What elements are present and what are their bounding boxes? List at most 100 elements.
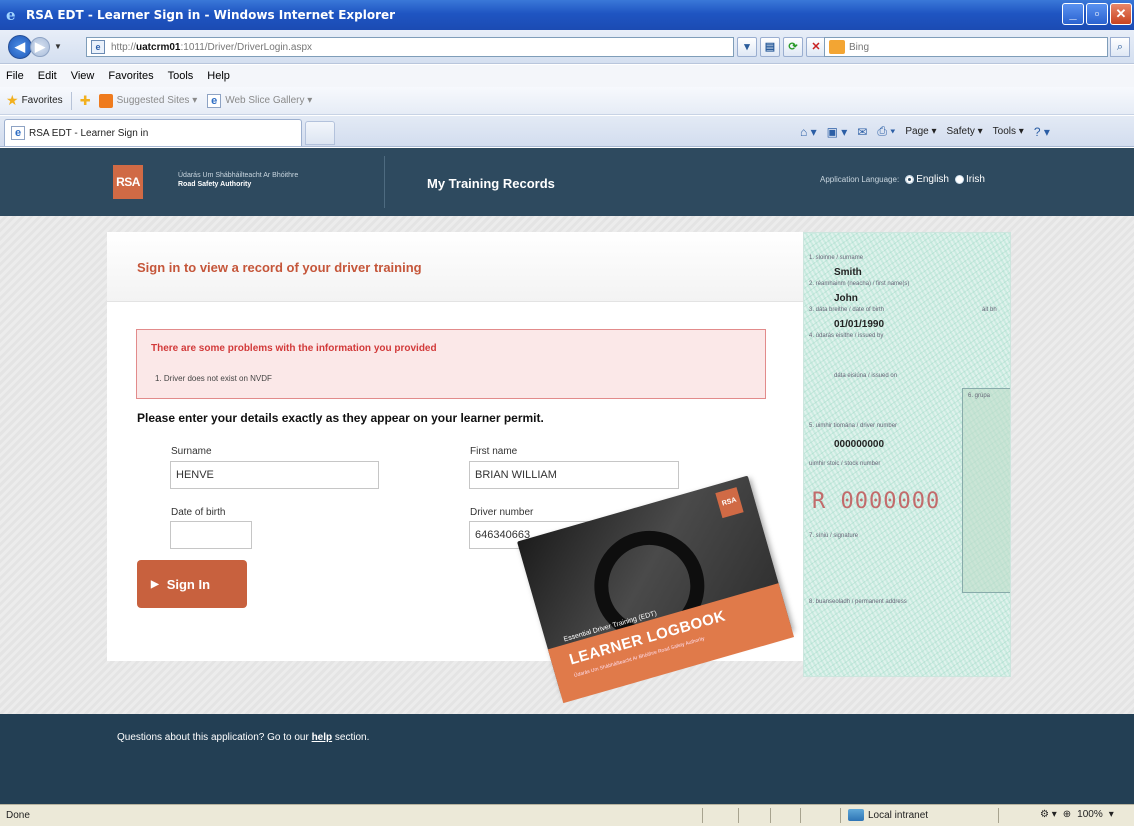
divider bbox=[770, 808, 771, 823]
search-input[interactable] bbox=[849, 41, 1089, 53]
intranet-icon bbox=[848, 809, 864, 821]
stop-icon[interactable]: ✕ bbox=[806, 37, 826, 57]
mail-icon[interactable]: ✉ bbox=[857, 125, 867, 139]
address-dropdown-button[interactable]: ▾ bbox=[737, 37, 757, 57]
zone-label: Local intranet bbox=[868, 809, 929, 821]
minimize-button[interactable]: _ bbox=[1062, 3, 1084, 25]
site-header: RSA Údarás Um Shábháilteacht Ar Bhóithre… bbox=[0, 148, 1134, 216]
feeds-icon[interactable]: ▣ ▾ bbox=[827, 125, 848, 139]
panel-header: Sign in to view a record of your driver … bbox=[107, 232, 810, 302]
permit-field-label: uimhir stoic / stock number bbox=[809, 461, 881, 467]
window-title: RSA EDT - Learner Sign in - Windows Inte… bbox=[26, 8, 396, 22]
driver-number-label: Driver number bbox=[470, 507, 534, 518]
surname-label: Surname bbox=[171, 446, 212, 457]
divider bbox=[840, 808, 841, 823]
address-toolbar: ◀ ▶ ▼ e http://uatcrm01:1011/Driver/Driv… bbox=[0, 30, 1134, 64]
divider bbox=[702, 808, 703, 823]
tab-page-icon: e bbox=[11, 126, 25, 140]
divider bbox=[998, 808, 999, 823]
dob-label: Date of birth bbox=[171, 507, 226, 518]
language-label: Application Language: bbox=[820, 175, 900, 184]
language-option-english[interactable]: English bbox=[916, 174, 949, 185]
print-icon[interactable]: ⎙ ▾ bbox=[877, 124, 895, 139]
tab-rsa-edt[interactable]: e RSA EDT - Learner Sign in bbox=[4, 119, 302, 146]
menu-help[interactable]: Help bbox=[207, 70, 230, 82]
status-bar: Done Local intranet ⚙ ▾ ⊕ 100% ▾ bbox=[0, 804, 1134, 826]
compatibility-view-icon[interactable]: ▤ bbox=[760, 37, 780, 57]
search-box[interactable] bbox=[824, 37, 1108, 57]
sign-in-button[interactable]: ▶ Sign In bbox=[137, 560, 247, 608]
tools-menu[interactable]: Tools ▾ bbox=[993, 126, 1024, 137]
tab-label: RSA EDT - Learner Sign in bbox=[29, 127, 149, 139]
close-button[interactable]: ✕ bbox=[1110, 3, 1132, 25]
protected-mode-icon[interactable]: ⚙ ▾ bbox=[1040, 809, 1057, 820]
divider bbox=[800, 808, 801, 823]
language-option-irish[interactable]: Irish bbox=[966, 174, 985, 185]
refresh-icon[interactable]: ⟳ bbox=[783, 37, 803, 57]
permit-field-label: 7. síniú / signature bbox=[809, 533, 859, 539]
menu-bar: File Edit View Favorites Tools Help bbox=[0, 65, 1134, 87]
maximize-button[interactable]: ▫ bbox=[1086, 3, 1108, 25]
permit-field-label: 5. uimhir tiomána / driver number bbox=[809, 423, 898, 429]
permit-field-label: áit bh bbox=[982, 307, 997, 313]
address-url[interactable]: http://uatcrm01:1011/Driver/DriverLogin.… bbox=[111, 42, 312, 53]
page-menu[interactable]: Page ▾ bbox=[905, 126, 936, 137]
dob-field[interactable] bbox=[170, 521, 252, 549]
window-title-bar: e RSA EDT - Learner Sign in - Windows In… bbox=[0, 0, 1134, 30]
favorites-bar: ★ Favorites ✚ Suggested Sites ▾ e Web Sl… bbox=[0, 87, 1134, 115]
permit-stock-number: R 0000000 bbox=[812, 489, 941, 514]
menu-view[interactable]: View bbox=[71, 70, 95, 82]
web-slice-gallery-link[interactable]: Web Slice Gallery ▾ bbox=[225, 95, 312, 106]
sign-in-label: Sign In bbox=[166, 576, 211, 592]
address-bar[interactable]: e http://uatcrm01:1011/Driver/DriverLogi… bbox=[86, 37, 734, 57]
language-selector: Application Language: English Irish bbox=[820, 174, 985, 185]
learner-permit-image: 1. sloinne / surname Smith 2. réamhainm … bbox=[803, 232, 1011, 677]
favorites-button[interactable]: Favorites bbox=[22, 95, 63, 106]
security-zone[interactable]: Local intranet bbox=[848, 809, 928, 821]
menu-edit[interactable]: Edit bbox=[38, 70, 57, 82]
home-icon[interactable]: ⌂ ▾ bbox=[800, 125, 817, 139]
status-text: Done bbox=[6, 810, 30, 821]
ie-logo-icon: e bbox=[6, 6, 16, 24]
permit-field-label: 8. buanseoladh / permanent address bbox=[809, 599, 907, 605]
language-radio-english[interactable] bbox=[905, 175, 915, 184]
rsa-logo[interactable]: RSA bbox=[113, 165, 143, 199]
zoom-dropdown-icon[interactable]: ▾ bbox=[1109, 809, 1114, 820]
error-title: There are some problems with the informa… bbox=[151, 343, 437, 354]
firstname-label: First name bbox=[470, 446, 518, 457]
help-link[interactable]: help bbox=[312, 732, 333, 743]
permit-field-label: dáta eisiúna / issued on bbox=[834, 373, 898, 379]
menu-favorites[interactable]: Favorites bbox=[108, 70, 153, 82]
menu-tools[interactable]: Tools bbox=[168, 70, 194, 82]
error-item: 1. Driver does not exist on NVDF bbox=[155, 374, 272, 383]
new-tab-button[interactable] bbox=[305, 121, 335, 145]
web-slice-icon: e bbox=[207, 93, 222, 108]
menu-file[interactable]: File bbox=[6, 70, 24, 82]
permit-field-label: 6. grúpa bbox=[968, 393, 991, 399]
tab-bar: e RSA EDT - Learner Sign in ⌂ ▾ ▣ ▾ ✉ ⎙ … bbox=[0, 116, 1134, 147]
help-icon[interactable]: ? ▾ bbox=[1034, 125, 1050, 139]
back-button[interactable]: ◀ bbox=[8, 35, 32, 59]
recent-pages-dropdown-icon[interactable]: ▼ bbox=[54, 42, 62, 51]
safety-menu[interactable]: Safety ▾ bbox=[947, 126, 983, 137]
play-arrow-icon: ▶ bbox=[151, 578, 159, 590]
page-title: Sign in to view a record of your driver … bbox=[137, 260, 422, 275]
search-button[interactable]: ⌕ bbox=[1110, 37, 1130, 57]
suggested-sites-link[interactable]: Suggested Sites ▾ bbox=[117, 95, 198, 106]
permit-field-label: 1. sloinne / surname bbox=[809, 255, 864, 261]
favorites-star-icon[interactable]: ★ bbox=[6, 92, 19, 109]
language-radio-irish[interactable] bbox=[955, 175, 964, 184]
surname-field[interactable] bbox=[170, 461, 379, 489]
instructions-text: Please enter your details exactly as the… bbox=[137, 411, 544, 425]
permit-surname: Smith bbox=[834, 267, 862, 278]
footer-text: Questions about this application? Go to … bbox=[117, 732, 370, 743]
divider bbox=[70, 91, 72, 110]
suggested-sites-icon bbox=[98, 93, 113, 108]
zoom-control[interactable]: ⚙ ▾ ⊕ 100% ▾ bbox=[1040, 809, 1114, 820]
firstname-field[interactable] bbox=[469, 461, 679, 489]
header-divider bbox=[384, 156, 385, 208]
permit-driver-number: 000000000 bbox=[834, 439, 885, 450]
forward-button[interactable]: ▶ bbox=[30, 37, 50, 57]
add-to-favorites-icon[interactable]: ✚ bbox=[80, 93, 91, 109]
site-footer: Questions about this application? Go to … bbox=[0, 714, 1134, 804]
